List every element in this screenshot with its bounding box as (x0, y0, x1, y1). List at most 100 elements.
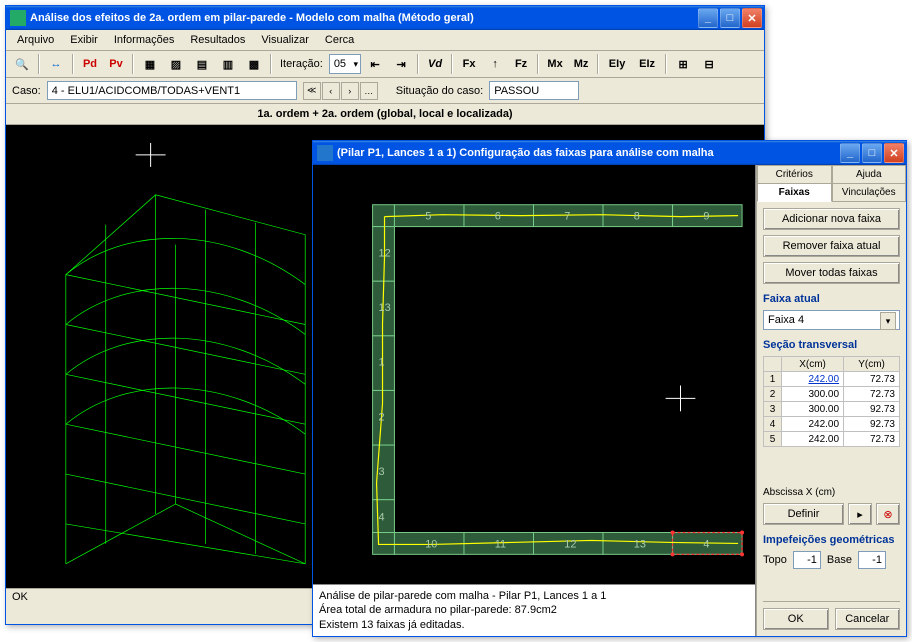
svg-text:13: 13 (634, 538, 646, 550)
coord-table[interactable]: X(cm)Y(cm) 1242.0072.73 2300.0072.73 330… (763, 356, 900, 447)
svg-text:4: 4 (379, 512, 385, 524)
faixa-atual-label: Faixa atual (763, 293, 900, 305)
tool-g3[interactable]: ▤ (190, 53, 214, 75)
iter-next[interactable]: ⇥ (389, 53, 413, 75)
iter-combo[interactable]: 05 (329, 54, 361, 74)
topo-label: Topo (763, 554, 787, 566)
main-menubar: Arquivo Exibir Informações Resultados Vi… (6, 30, 764, 51)
svg-text:12: 12 (564, 538, 576, 550)
caso-row: Caso: ≪ ‹ › … Situação do caso: (6, 78, 764, 104)
ok-button[interactable]: OK (763, 608, 829, 630)
fz-button[interactable]: Fz (509, 53, 533, 75)
caso-next[interactable]: › (341, 82, 359, 100)
faixa-minimize-button[interactable]: _ (840, 143, 860, 163)
svg-text:8: 8 (634, 211, 640, 223)
mx-button[interactable]: Mx (543, 53, 567, 75)
tab-faixas[interactable]: Faixas (757, 183, 832, 202)
svg-text:3: 3 (379, 466, 385, 478)
main-toolbar: 🔍 ↔ Pd Pv ▦ ▨ ▤ ▥ ▩ Iteração: 05 ⇤ ⇥ Vd … (6, 51, 764, 78)
faixa-title: (Pilar P1, Lances 1 a 1) Configuração da… (337, 147, 840, 159)
svg-text:2: 2 (379, 411, 385, 423)
caso-prev[interactable]: ‹ (322, 82, 340, 100)
iter-label: Iteração: (276, 58, 327, 70)
imperf-label: Impefeições geométricas (763, 534, 900, 546)
faixa-window: (Pilar P1, Lances 1 a 1) Configuração da… (312, 140, 907, 637)
iter-prev[interactable]: ⇤ (363, 53, 387, 75)
mz-button[interactable]: Mz (569, 53, 593, 75)
tool-g4[interactable]: ▥ (216, 53, 240, 75)
svg-text:1: 1 (379, 357, 385, 369)
tool-x2[interactable]: ⊟ (697, 53, 721, 75)
main-heading: 1a. ordem + 2a. ordem (global, local e l… (6, 104, 764, 125)
secao-label: Seção transversal (763, 339, 900, 351)
faixa-combo[interactable]: Faixa 4 (763, 310, 900, 330)
close-button[interactable]: ✕ (742, 8, 762, 28)
menu-visualizar[interactable]: Visualizar (254, 32, 316, 48)
arrow-button[interactable]: ▸ (848, 503, 872, 525)
pv-button[interactable]: Pv (104, 53, 128, 75)
main-titlebar[interactable]: Análise dos efeitos de 2a. ordem em pila… (6, 6, 764, 30)
right-panel: Critérios Ajuda Faixas Vinculações Adici… (756, 165, 906, 636)
pd-button[interactable]: Pd (78, 53, 102, 75)
eiy-button[interactable]: EIy (603, 53, 631, 75)
situ-label: Situação do caso: (396, 85, 483, 97)
svg-text:4: 4 (703, 538, 709, 550)
table-row: 4242.0092.73 (764, 417, 900, 432)
svg-text:10: 10 (425, 538, 437, 550)
x-button[interactable]: ⊗ (876, 503, 900, 525)
menu-cerca[interactable]: Cerca (318, 32, 361, 48)
menu-resultados[interactable]: Resultados (183, 32, 252, 48)
faixa-titlebar[interactable]: (Pilar P1, Lances 1 a 1) Configuração da… (313, 141, 906, 165)
tool-x1[interactable]: ⊞ (671, 53, 695, 75)
plan-drawing: 56789 12131234 101112134 (313, 165, 755, 582)
vd-button[interactable]: Vd (423, 53, 447, 75)
svg-text:13: 13 (379, 302, 391, 314)
menu-informacoes[interactable]: Informações (107, 32, 182, 48)
situ-field (489, 81, 579, 100)
menu-arquivo[interactable]: Arquivo (10, 32, 61, 48)
svg-text:7: 7 (564, 211, 570, 223)
tool-g2[interactable]: ▨ (164, 53, 188, 75)
table-row: 1242.0072.73 (764, 372, 900, 387)
base-label: Base (827, 554, 852, 566)
faixa-info: Análise de pilar-parede com malha - Pila… (313, 584, 755, 636)
tool-g1[interactable]: ▦ (138, 53, 162, 75)
add-faixa-button[interactable]: Adicionar nova faixa (763, 208, 900, 230)
tab-vinculacoes[interactable]: Vinculações (832, 183, 907, 202)
maximize-button[interactable]: □ (720, 8, 740, 28)
svg-text:9: 9 (703, 211, 709, 223)
table-row: 5242.0072.73 (764, 432, 900, 447)
faixa-viewport[interactable]: 56789 12131234 101112134 (313, 165, 755, 584)
tab-criterios[interactable]: Critérios (757, 165, 832, 184)
abscissa-label: Abscissa X (cm) (763, 487, 900, 498)
faixa-close-button[interactable]: ✕ (884, 143, 904, 163)
faixa-app-icon (317, 145, 333, 161)
table-row: 2300.0072.73 (764, 387, 900, 402)
svg-text:11: 11 (495, 538, 506, 550)
cancel-button[interactable]: Cancelar (835, 608, 901, 630)
move-faixas-button[interactable]: Mover todas faixas (763, 262, 900, 284)
definir-button[interactable]: Definir (763, 503, 844, 525)
main-title: Análise dos efeitos de 2a. ordem em pila… (30, 12, 698, 24)
minimize-button[interactable]: _ (698, 8, 718, 28)
caso-first[interactable]: ≪ (303, 82, 321, 100)
base-field[interactable] (858, 551, 886, 569)
faixa-maximize-button[interactable]: □ (862, 143, 882, 163)
app-icon (10, 10, 26, 26)
zoom-button[interactable]: 🔍 (10, 53, 34, 75)
tool-g5[interactable]: ▩ (242, 53, 266, 75)
t-up[interactable]: ↑ (483, 53, 507, 75)
fx-button[interactable]: Fx (457, 53, 481, 75)
topo-field[interactable] (793, 551, 821, 569)
tab-ajuda[interactable]: Ajuda (832, 165, 907, 184)
svg-text:6: 6 (495, 211, 501, 223)
svg-text:12: 12 (379, 247, 391, 259)
tool-arrow[interactable]: ↔ (44, 53, 68, 75)
caso-dots[interactable]: … (360, 82, 378, 100)
svg-text:5: 5 (425, 211, 431, 223)
remove-faixa-button[interactable]: Remover faixa atual (763, 235, 900, 257)
caso-field[interactable] (47, 81, 297, 100)
menu-exibir[interactable]: Exibir (63, 32, 105, 48)
table-row: 3300.0092.73 (764, 402, 900, 417)
eiz-button[interactable]: EIz (633, 53, 661, 75)
